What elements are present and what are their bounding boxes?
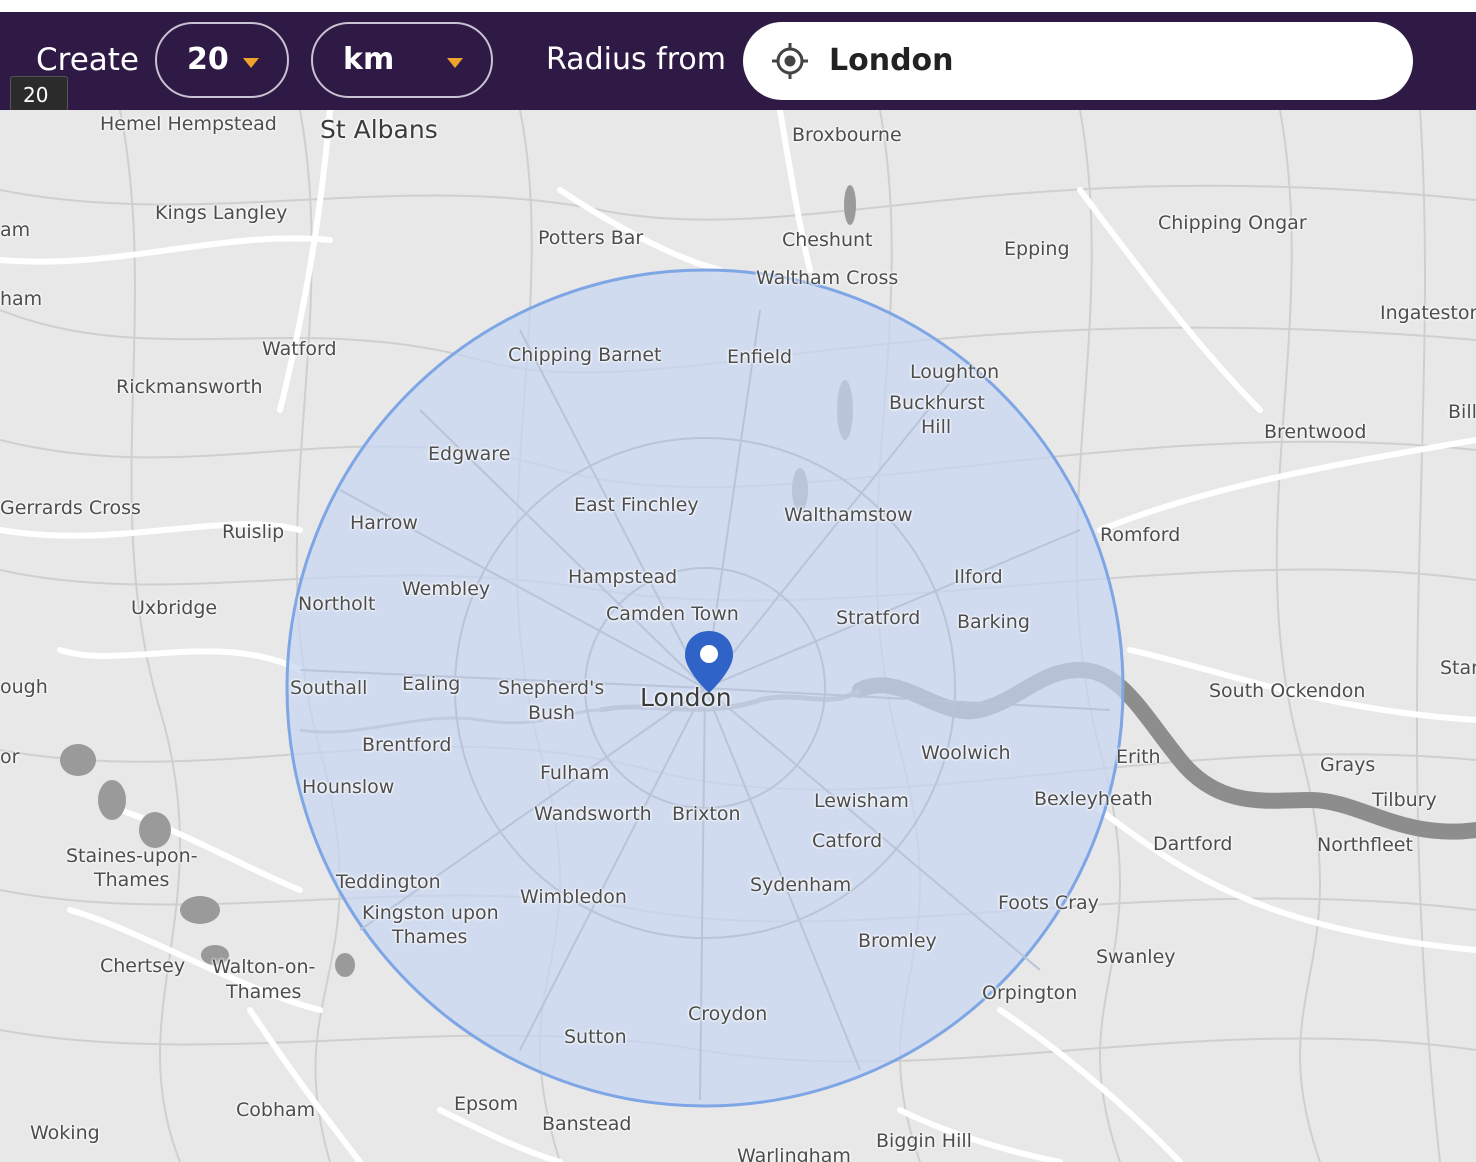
place-label: Brentwood <box>1264 421 1367 443</box>
place-label: Star <box>1440 657 1476 679</box>
place-label: Erith <box>1116 746 1161 768</box>
place-label: Orpington <box>982 982 1078 1004</box>
place-label: Northolt <box>298 593 376 615</box>
place-label: or <box>0 746 20 768</box>
place-label: Woking <box>30 1122 100 1144</box>
caret-down-icon <box>243 58 259 68</box>
unit-value: km <box>343 42 395 77</box>
place-label: Brixton <box>672 803 741 825</box>
create-label: Create <box>36 42 140 78</box>
place-label: Buckhurst <box>889 392 985 414</box>
location-input[interactable]: London <box>743 22 1413 100</box>
place-label: Foots Cray <box>998 892 1099 914</box>
place-label: Teddington <box>336 871 441 893</box>
place-label: Catford <box>812 830 883 852</box>
place-label: Uxbridge <box>131 597 218 619</box>
place-label: Sydenham <box>750 874 852 896</box>
place-label: Banstead <box>542 1113 632 1135</box>
place-label: Fulham <box>540 762 610 784</box>
place-label: Hampstead <box>568 566 678 588</box>
place-label: Cheshunt <box>782 229 873 251</box>
map-canvas[interactable]: Hemel Hempstead St Albans Broxbourne Kin… <box>0 110 1476 1162</box>
place-label: Thames <box>392 926 468 948</box>
place-label: Hemel Hempstead <box>100 113 277 135</box>
place-label: Chertsey <box>100 955 186 977</box>
place-label: Chipping Barnet <box>508 344 662 366</box>
place-label: Warlingham <box>737 1145 851 1162</box>
place-label: Southall <box>290 677 368 699</box>
place-label: Epping <box>1004 238 1070 260</box>
place-label: Tilbury <box>1372 789 1437 811</box>
place-label: Staines-upon- <box>66 845 198 867</box>
place-label: South Ockendon <box>1209 680 1366 702</box>
place-label: St Albans <box>320 115 438 144</box>
place-label: Gerrards Cross <box>0 497 141 519</box>
place-label: Rickmansworth <box>116 376 263 398</box>
place-label: Croydon <box>688 1003 768 1025</box>
place-label: Bill <box>1448 401 1476 423</box>
place-label: Woolwich <box>921 742 1011 764</box>
place-label: Romford <box>1100 524 1181 546</box>
place-label: Barking <box>957 611 1030 633</box>
place-label: Biggin Hill <box>876 1130 972 1152</box>
place-label: Ruislip <box>222 521 285 543</box>
place-label: Walton-on- <box>212 956 316 978</box>
place-label: Ilford <box>954 566 1003 588</box>
place-label: Hounslow <box>302 776 395 798</box>
place-label: Ealing <box>402 673 461 695</box>
map-radius-page: Create 20 20 km Radius from London Hemel… <box>0 0 1476 1162</box>
location-value: London <box>829 43 954 78</box>
place-label: Bexleyheath <box>1034 788 1153 810</box>
place-label: Enfield <box>727 346 793 368</box>
place-label: Bromley <box>858 930 937 952</box>
place-label: Northfleet <box>1317 834 1413 856</box>
value-tooltip: 20 <box>10 76 68 112</box>
place-label: Cobham <box>236 1099 316 1121</box>
place-label: Stratford <box>836 607 921 629</box>
place-label: Thames <box>94 869 170 891</box>
place-label: ough <box>0 676 48 698</box>
place-label: am <box>0 219 31 241</box>
place-label: Thames <box>226 981 302 1003</box>
place-label: Lewisham <box>814 790 909 812</box>
place-label: Walthamstow <box>784 504 913 526</box>
place-label: Chipping Ongar <box>1158 212 1307 234</box>
place-label: Harrow <box>350 512 418 534</box>
place-label: Watford <box>262 338 337 360</box>
place-label: Ingatestone <box>1380 302 1476 324</box>
place-label: Broxbourne <box>792 124 902 146</box>
place-label: Sutton <box>564 1026 627 1048</box>
place-label: Camden Town <box>606 603 739 625</box>
place-label: Hill <box>921 416 952 438</box>
map-pin-icon[interactable] <box>683 629 735 695</box>
place-label: Wimbledon <box>520 886 627 908</box>
place-label: Brentford <box>362 734 452 756</box>
place-label: Potters Bar <box>538 227 644 249</box>
place-label: Kings Langley <box>155 202 288 224</box>
place-label: ham <box>0 288 43 310</box>
radius-from-label: Radius from <box>546 42 726 77</box>
place-label: Dartford <box>1153 833 1233 855</box>
radius-value: 20 <box>187 42 229 77</box>
place-label: Waltham Cross <box>756 267 899 289</box>
place-label: Wembley <box>402 578 491 600</box>
place-label: East Finchley <box>574 494 699 516</box>
place-label: Kingston upon <box>362 902 499 924</box>
place-label: Edgware <box>428 443 511 465</box>
place-label: Bush <box>528 702 576 724</box>
place-label: Loughton <box>910 361 1000 383</box>
place-label: Shepherd's <box>498 677 605 699</box>
crosshair-target-icon[interactable] <box>771 42 809 80</box>
place-label: Swanley <box>1096 946 1176 968</box>
place-label: Epsom <box>454 1093 519 1115</box>
place-label: Grays <box>1320 754 1376 776</box>
unit-dropdown[interactable]: km <box>311 22 493 98</box>
place-label: Wandsworth <box>534 803 652 825</box>
radius-toolbar: Create 20 20 km Radius from London <box>0 12 1476 112</box>
caret-down-icon <box>447 58 463 68</box>
radius-value-dropdown[interactable]: 20 <box>155 22 289 98</box>
